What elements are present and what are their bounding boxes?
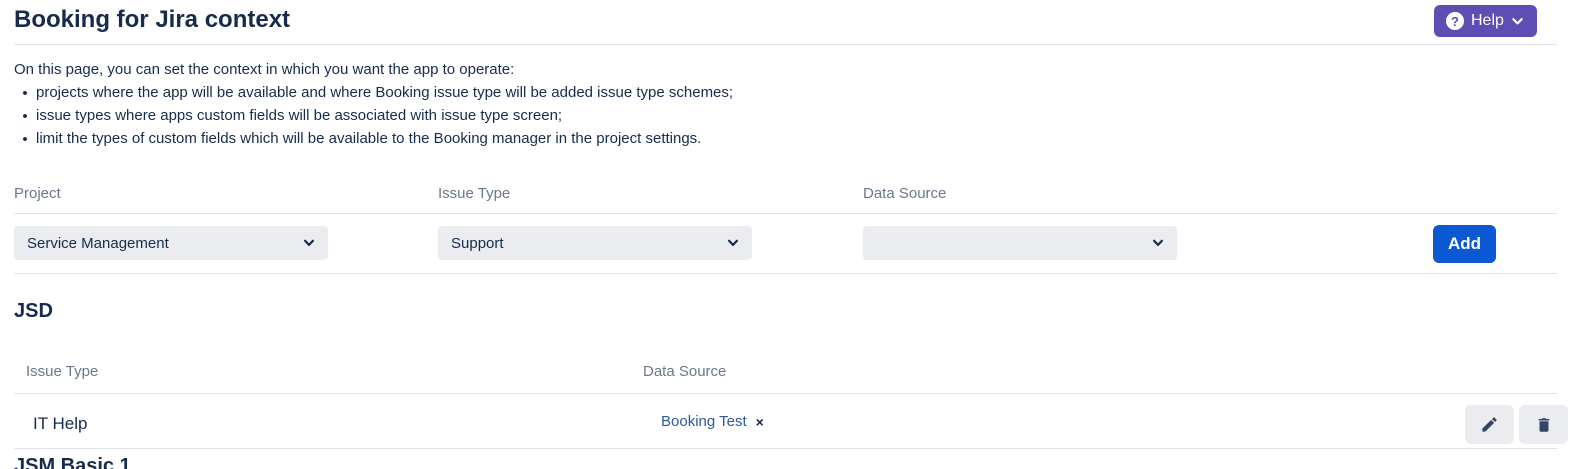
chevron-down-icon bbox=[727, 237, 739, 249]
form-labels-divider bbox=[14, 213, 1557, 214]
bullet-dot: • bbox=[14, 130, 36, 149]
bullet-text: issue types where apps custom fields wil… bbox=[36, 107, 562, 124]
table-header-issue-type: Issue Type bbox=[26, 363, 98, 380]
chevron-down-icon bbox=[1511, 15, 1524, 28]
row-divider bbox=[14, 448, 1557, 449]
bullet-item: •limit the types of custom fields which … bbox=[14, 130, 733, 153]
data-source-tag: Booking Test × bbox=[661, 413, 764, 430]
bullet-dot: • bbox=[14, 107, 36, 126]
bullet-item: •projects where the app will be availabl… bbox=[14, 84, 733, 107]
project-select[interactable]: Service Management bbox=[14, 226, 328, 260]
section-heading-jsm-basic-1: JSM Basic 1 bbox=[14, 455, 131, 469]
issue-type-select[interactable]: Support bbox=[438, 226, 752, 260]
delete-row-button[interactable] bbox=[1519, 405, 1568, 444]
table-header-divider bbox=[14, 393, 1557, 394]
data-source-select[interactable] bbox=[863, 226, 1177, 260]
intro-text: On this page, you can set the context in… bbox=[14, 61, 514, 78]
bullet-text: limit the types of custom fields which w… bbox=[36, 130, 701, 147]
intro-bullet-list: •projects where the app will be availabl… bbox=[14, 84, 733, 153]
question-circle-icon: ? bbox=[1446, 12, 1464, 30]
help-button[interactable]: ? Help bbox=[1434, 5, 1537, 37]
section-heading-jsd: JSD bbox=[14, 300, 53, 323]
page-title: Booking for Jira context bbox=[14, 6, 290, 34]
remove-tag-icon[interactable]: × bbox=[756, 415, 764, 429]
bullet-dot: • bbox=[14, 84, 36, 103]
edit-row-button[interactable] bbox=[1465, 405, 1514, 444]
chevron-down-icon bbox=[303, 237, 315, 249]
title-divider bbox=[14, 44, 1557, 45]
add-button[interactable]: Add bbox=[1433, 225, 1496, 263]
project-select-value: Service Management bbox=[27, 235, 169, 252]
bullet-item: •issue types where apps custom fields wi… bbox=[14, 107, 733, 130]
form-bottom-divider bbox=[14, 273, 1557, 274]
issue-type-label: Issue Type bbox=[438, 185, 510, 202]
help-button-label: Help bbox=[1471, 12, 1504, 30]
booking-context-page: Booking for Jira context ? Help On this … bbox=[0, 0, 1571, 469]
table-header-data-source: Data Source bbox=[643, 363, 726, 380]
issue-type-select-value: Support bbox=[451, 235, 504, 252]
data-source-tag-label: Booking Test bbox=[661, 413, 747, 430]
chevron-down-icon bbox=[1152, 237, 1164, 249]
trash-icon bbox=[1535, 416, 1553, 434]
row-issue-type: IT Help bbox=[33, 414, 88, 434]
project-label: Project bbox=[14, 185, 61, 202]
bullet-text: projects where the app will be available… bbox=[36, 84, 733, 101]
data-source-label: Data Source bbox=[863, 185, 946, 202]
pencil-icon bbox=[1480, 415, 1499, 434]
